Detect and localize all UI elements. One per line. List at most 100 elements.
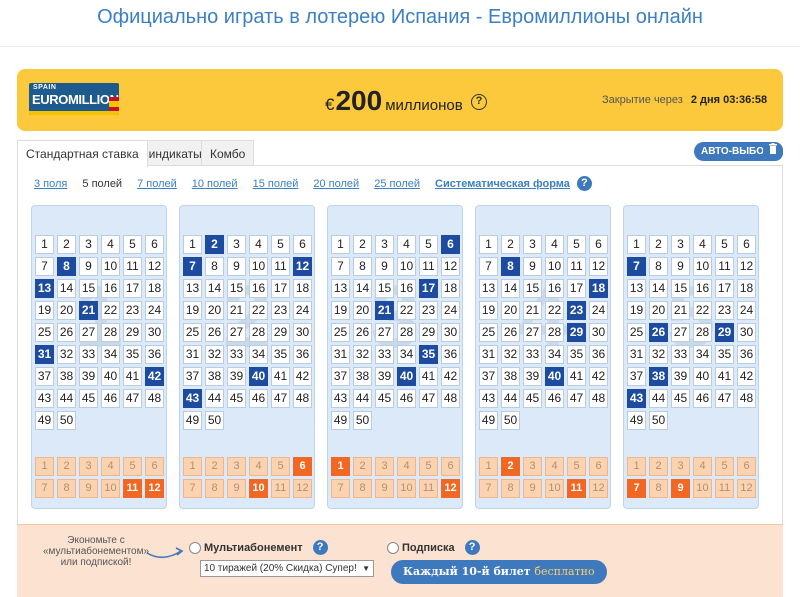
- number-cell[interactable]: 4: [693, 235, 712, 254]
- number-cell[interactable]: 49: [627, 411, 646, 430]
- number-cell[interactable]: 39: [523, 367, 542, 386]
- multi-subscription-option[interactable]: Мультиабонемент ?: [189, 540, 328, 555]
- star-cell[interactable]: 12: [145, 479, 164, 498]
- number-cell[interactable]: 24: [589, 301, 608, 320]
- number-cell[interactable]: 5: [419, 235, 438, 254]
- system-form-link[interactable]: Систематическая форма: [435, 178, 570, 190]
- number-cell[interactable]: 2: [57, 235, 76, 254]
- number-cell[interactable]: 33: [671, 345, 690, 364]
- number-cell[interactable]: 15: [227, 279, 246, 298]
- number-cell[interactable]: 12: [441, 257, 460, 276]
- star-cell[interactable]: 10: [101, 479, 120, 498]
- number-cell[interactable]: 36: [441, 345, 460, 364]
- number-cell[interactable]: 10: [101, 257, 120, 276]
- star-cell[interactable]: 6: [145, 457, 164, 476]
- number-cell[interactable]: 6: [293, 235, 312, 254]
- number-cell[interactable]: 46: [545, 389, 564, 408]
- star-cell[interactable]: 12: [589, 479, 608, 498]
- star-cell[interactable]: 9: [523, 479, 542, 498]
- number-cell[interactable]: 14: [501, 279, 520, 298]
- number-cell[interactable]: 21: [375, 301, 394, 320]
- number-cell[interactable]: 41: [419, 367, 438, 386]
- number-cell[interactable]: 41: [567, 367, 586, 386]
- star-cell[interactable]: 6: [737, 457, 756, 476]
- star-cell[interactable]: 1: [479, 457, 498, 476]
- number-cell[interactable]: 40: [693, 367, 712, 386]
- number-cell[interactable]: 27: [79, 323, 98, 342]
- number-cell[interactable]: 14: [649, 279, 668, 298]
- star-cell[interactable]: 7: [331, 479, 350, 498]
- star-cell[interactable]: 6: [441, 457, 460, 476]
- number-cell[interactable]: 32: [649, 345, 668, 364]
- lines-option-25[interactable]: 25 полей: [374, 178, 420, 190]
- number-cell[interactable]: 31: [627, 345, 646, 364]
- number-cell[interactable]: 19: [479, 301, 498, 320]
- number-cell[interactable]: 48: [589, 389, 608, 408]
- number-cell[interactable]: 20: [501, 301, 520, 320]
- number-cell[interactable]: 26: [57, 323, 76, 342]
- number-cell[interactable]: 46: [397, 389, 416, 408]
- number-cell[interactable]: 36: [589, 345, 608, 364]
- number-cell[interactable]: 29: [567, 323, 586, 342]
- number-cell[interactable]: 4: [545, 235, 564, 254]
- star-cell[interactable]: 10: [545, 479, 564, 498]
- number-cell[interactable]: 3: [523, 235, 542, 254]
- number-cell[interactable]: 49: [35, 411, 54, 430]
- number-cell[interactable]: 19: [331, 301, 350, 320]
- star-cell[interactable]: 12: [441, 479, 460, 498]
- star-cell[interactable]: 4: [101, 457, 120, 476]
- tab-combo[interactable]: Комбо: [201, 140, 255, 166]
- number-cell[interactable]: 42: [441, 367, 460, 386]
- number-cell[interactable]: 46: [101, 389, 120, 408]
- number-cell[interactable]: 31: [35, 345, 54, 364]
- number-cell[interactable]: 35: [567, 345, 586, 364]
- number-cell[interactable]: 45: [227, 389, 246, 408]
- number-cell[interactable]: 25: [627, 323, 646, 342]
- star-cell[interactable]: 8: [649, 479, 668, 498]
- number-cell[interactable]: 37: [331, 367, 350, 386]
- star-cell[interactable]: 12: [737, 479, 756, 498]
- number-cell[interactable]: 50: [649, 411, 668, 430]
- number-cell[interactable]: 12: [737, 257, 756, 276]
- number-cell[interactable]: 39: [227, 367, 246, 386]
- number-cell[interactable]: 41: [715, 367, 734, 386]
- number-cell[interactable]: 8: [649, 257, 668, 276]
- number-cell[interactable]: 1: [627, 235, 646, 254]
- number-cell[interactable]: 33: [227, 345, 246, 364]
- number-cell[interactable]: 11: [715, 257, 734, 276]
- number-cell[interactable]: 4: [101, 235, 120, 254]
- draws-select[interactable]: 10 тиражей (20% Скидка) Супер! ▼: [200, 560, 374, 577]
- number-cell[interactable]: 33: [523, 345, 542, 364]
- star-cell[interactable]: 3: [375, 457, 394, 476]
- star-cell[interactable]: 8: [57, 479, 76, 498]
- number-cell[interactable]: 21: [79, 301, 98, 320]
- star-cell[interactable]: 5: [715, 457, 734, 476]
- number-cell[interactable]: 34: [397, 345, 416, 364]
- number-cell[interactable]: 24: [737, 301, 756, 320]
- star-cell[interactable]: 7: [35, 479, 54, 498]
- number-cell[interactable]: 30: [441, 323, 460, 342]
- number-cell[interactable]: 13: [331, 279, 350, 298]
- number-cell[interactable]: 7: [183, 257, 202, 276]
- number-cell[interactable]: 19: [183, 301, 202, 320]
- number-cell[interactable]: 43: [35, 389, 54, 408]
- number-cell[interactable]: 16: [249, 279, 268, 298]
- number-cell[interactable]: 42: [145, 367, 164, 386]
- number-cell[interactable]: 12: [589, 257, 608, 276]
- number-cell[interactable]: 14: [57, 279, 76, 298]
- number-cell[interactable]: 33: [79, 345, 98, 364]
- number-cell[interactable]: 11: [419, 257, 438, 276]
- star-cell[interactable]: 1: [627, 457, 646, 476]
- number-cell[interactable]: 3: [227, 235, 246, 254]
- number-cell[interactable]: 1: [183, 235, 202, 254]
- number-cell[interactable]: 45: [79, 389, 98, 408]
- number-cell[interactable]: 29: [271, 323, 290, 342]
- number-cell[interactable]: 26: [205, 323, 224, 342]
- number-cell[interactable]: 27: [523, 323, 542, 342]
- number-cell[interactable]: 9: [671, 257, 690, 276]
- number-cell[interactable]: 35: [271, 345, 290, 364]
- number-cell[interactable]: 28: [545, 323, 564, 342]
- number-cell[interactable]: 11: [567, 257, 586, 276]
- number-cell[interactable]: 30: [145, 323, 164, 342]
- number-cell[interactable]: 22: [397, 301, 416, 320]
